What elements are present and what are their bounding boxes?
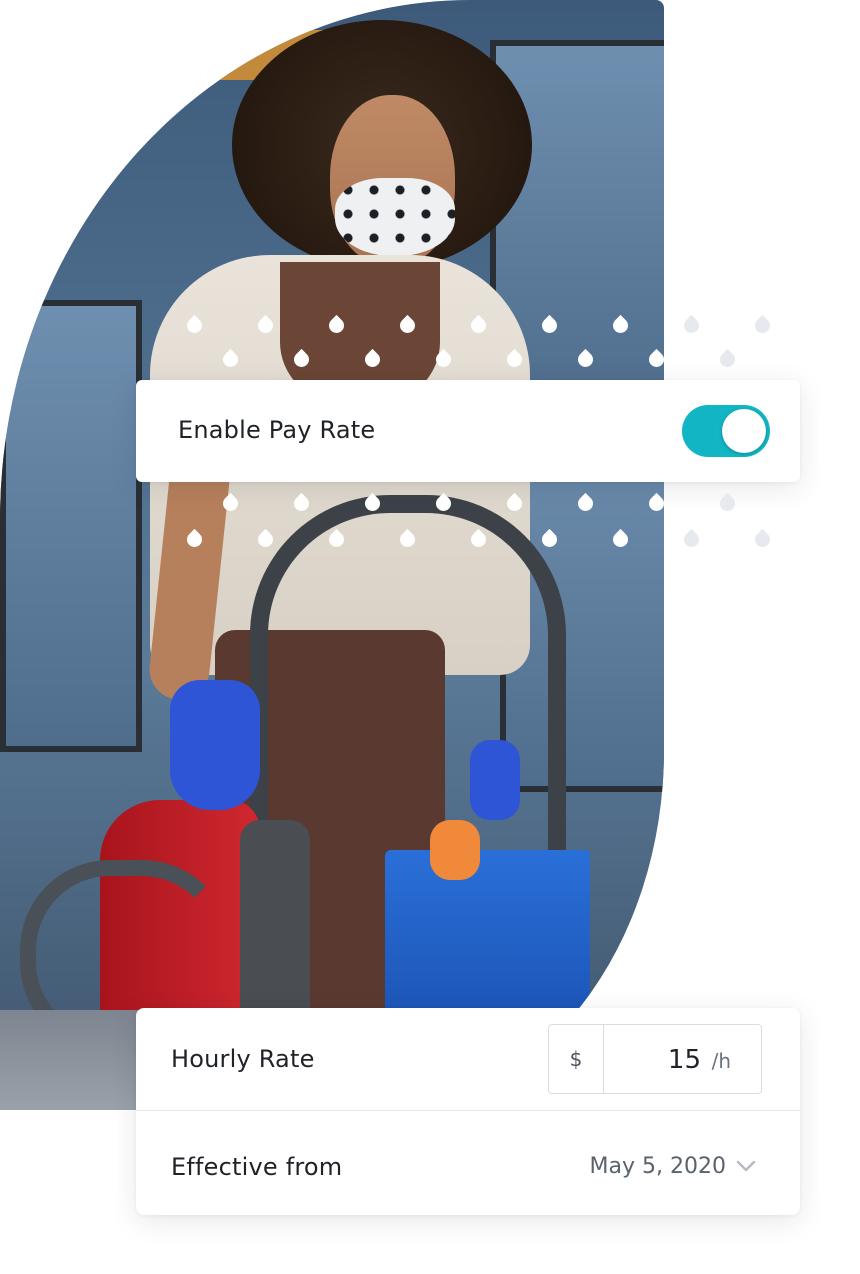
pay-rate-details-card: Hourly Rate $ 15 /h Effective from May 5… [136,1008,800,1215]
hourly-rate-row: Hourly Rate $ 15 /h [136,1008,800,1111]
effective-from-label: Effective from [171,1153,343,1181]
currency-symbol: $ [549,1025,604,1093]
chevron-down-icon [736,1160,756,1172]
hourly-rate-label: Hourly Rate [171,1045,315,1073]
enable-pay-rate-label: Enable Pay Rate [178,416,376,444]
enable-pay-rate-toggle[interactable] [682,405,770,457]
rate-unit: /h [711,1049,731,1073]
face-mask [335,178,455,256]
hero-photo [0,0,664,1110]
effective-date-value: May 5, 2020 [589,1153,726,1179]
toggle-knob [722,409,766,453]
hourly-rate-input[interactable]: $ 15 /h [548,1024,762,1094]
effective-from-row: Effective from May 5, 2020 [136,1111,800,1215]
enable-pay-rate-card: Enable Pay Rate [136,380,800,482]
effective-date-select[interactable]: May 5, 2020 [590,1151,756,1181]
hourly-rate-value[interactable]: 15 [668,1025,701,1093]
